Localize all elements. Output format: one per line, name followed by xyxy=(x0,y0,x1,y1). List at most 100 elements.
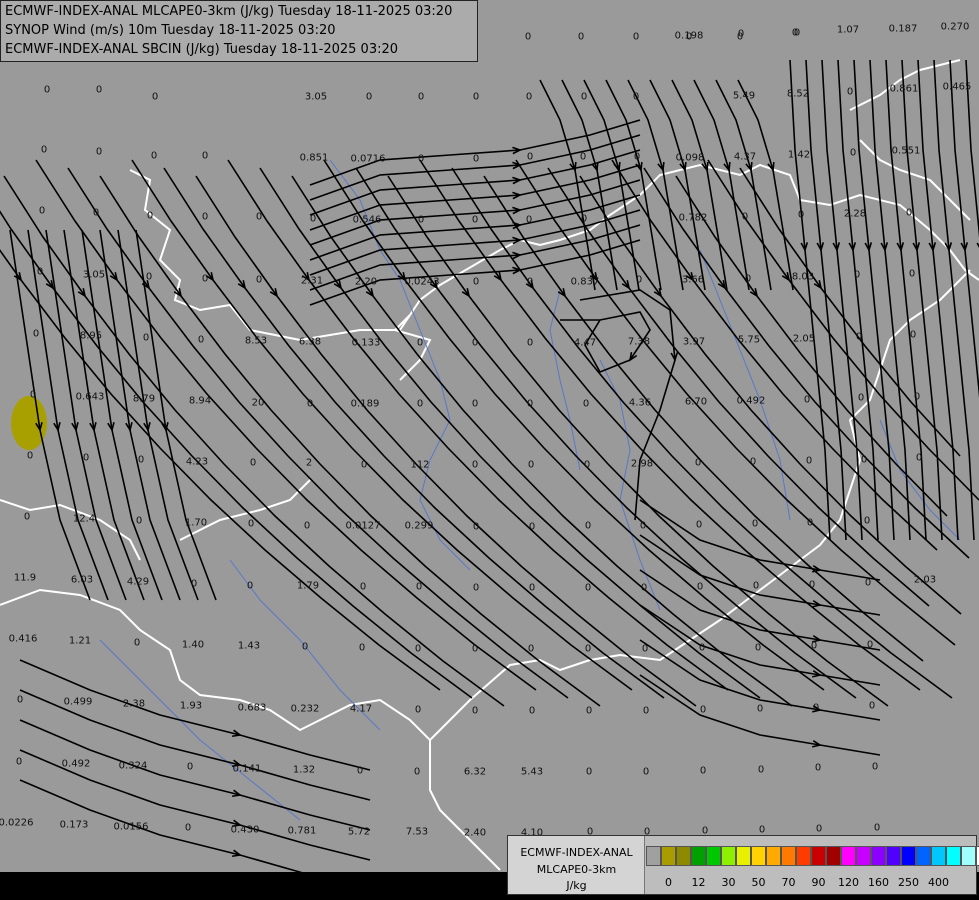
cape-value-label: 6.70 xyxy=(684,396,708,408)
cape-value-label: 0.492 xyxy=(736,395,766,407)
legend-color-swatch xyxy=(811,846,826,866)
cape-value-label: 4.47 xyxy=(573,337,597,349)
legend-tick-label: 50 xyxy=(751,876,766,889)
wind-streamline xyxy=(547,167,930,607)
wind-streamline xyxy=(291,175,793,707)
cape-value-label: 0 xyxy=(40,144,48,156)
cape-value-label: 6.32 xyxy=(463,766,487,778)
cape-value-label: 0.546 xyxy=(352,214,382,226)
cape-value-label: 0 xyxy=(582,398,590,410)
rivers xyxy=(99,159,961,821)
cape-value-label: 0.551 xyxy=(891,145,921,157)
cape-value-label: 0 xyxy=(526,398,534,410)
cape-value-label: 0 xyxy=(913,391,921,403)
cape-value-label: 0 xyxy=(471,705,479,717)
cape-value-label: 0 xyxy=(696,581,704,593)
cape-value-label: 2.98 xyxy=(630,458,654,470)
cape-value-label: 0 xyxy=(632,91,640,103)
cape-value-label: 2.31 xyxy=(300,275,324,287)
legend-color-swatch xyxy=(826,846,841,866)
legend-color-swatch xyxy=(661,846,676,866)
cape-value-label: 4.17 xyxy=(349,703,373,715)
cape-value-label: 0 xyxy=(145,271,153,283)
cape-value-label: 1.21 xyxy=(68,635,92,647)
cape-value-label: 0 xyxy=(699,704,707,716)
cape-value-label: 0.173 xyxy=(59,819,89,831)
legend-tick-label: 160 xyxy=(868,876,889,889)
cape-value-label: 0 xyxy=(908,268,916,280)
cape-value-label: 8.53 xyxy=(244,335,268,347)
cape-value-label: 0.683 xyxy=(237,702,267,714)
cape-value-label: 0 xyxy=(526,276,534,288)
cape-value-label: 0 xyxy=(752,580,760,592)
legend-tick-label: 250 xyxy=(898,876,919,889)
cape-value-label: 0 xyxy=(471,643,479,655)
cape-value-label: 1.40 xyxy=(181,639,205,651)
cape-value-label: 0 xyxy=(846,86,854,98)
cape-value-label: 2.05 xyxy=(792,333,816,345)
legend-tick-label: 90 xyxy=(811,876,826,889)
legend-color-swatch xyxy=(676,846,691,866)
wind-streamline xyxy=(387,175,889,707)
cape-value-label: 0 xyxy=(640,582,648,594)
cape-value-label: 0 xyxy=(585,705,593,717)
cape-value-label: 0.0156 xyxy=(113,821,149,833)
cape-value-label: 0 xyxy=(133,637,141,649)
cape-value-label: 0.851 xyxy=(299,152,329,164)
wind-streamline xyxy=(965,59,979,239)
cape-value-label: 0 xyxy=(359,581,367,593)
cape-value-label: 0 xyxy=(797,209,805,221)
cape-value-label: 0 xyxy=(758,824,766,836)
cape-value-label: 0 xyxy=(201,150,209,162)
cape-value-label: 0 xyxy=(806,517,814,529)
legend-color-swatch xyxy=(886,846,901,866)
cape-value-label: 2.38 xyxy=(122,698,146,710)
legend-title: ECMWF-INDEX-ANAL xyxy=(520,846,633,859)
cape-value-label: 0 xyxy=(524,31,532,43)
cape-value-label: 3.05 xyxy=(304,91,328,103)
cape-value-label: 0 xyxy=(414,643,422,655)
cape-value-label: 0 xyxy=(358,642,366,654)
legend-tick-label: 0 xyxy=(665,876,672,889)
cape-value-label: 0.837 xyxy=(570,276,600,288)
cape-value-label: 7.53 xyxy=(405,826,429,838)
legend-tick-label: 70 xyxy=(781,876,796,889)
cape-value-label: 0 xyxy=(416,337,424,349)
cape-value-label: 0 xyxy=(95,84,103,96)
cape-value-label: 0 xyxy=(472,521,480,533)
cape-value-label: 0 xyxy=(36,266,44,278)
cape-value-label: 0 xyxy=(82,452,90,464)
cape-value-label: 12.4 xyxy=(72,513,96,525)
wind-streamline xyxy=(643,167,970,559)
cape-value-label: 0 xyxy=(866,639,874,651)
cape-value-label: 0.465 xyxy=(942,81,972,93)
cape-value-label: 0 xyxy=(857,392,865,404)
cape-value-label: 0 xyxy=(639,520,647,532)
cape-value-label: 0 xyxy=(849,147,857,159)
cape-value-label: 5.49 xyxy=(732,90,756,102)
cape-value-label: 0.861 xyxy=(889,83,919,95)
cape-value-label: 0 xyxy=(860,454,868,466)
cape-value-label: 8.94 xyxy=(188,395,212,407)
cape-value-label: 0 xyxy=(43,84,51,96)
cape-value-label: 0 xyxy=(471,214,479,226)
cape-value-label: 2.40 xyxy=(463,827,487,839)
cape-value-label: 0 xyxy=(803,394,811,406)
cape-value-label: 8.52 xyxy=(786,88,810,100)
cape-value-label: 0 xyxy=(471,337,479,349)
header-line-cape: ECMWF-INDEX-ANAL MLCAPE0-3km (J/kg) Tues… xyxy=(5,4,453,19)
wind-streamline xyxy=(99,175,601,707)
wind-streamline xyxy=(579,175,962,615)
cape-value-label: 0 xyxy=(528,582,536,594)
legend-color-swatch xyxy=(736,846,751,866)
wind-streamline xyxy=(639,674,881,756)
cape-value-label: 3.97 xyxy=(682,336,706,348)
cape-value-label: 0 xyxy=(641,643,649,655)
cape-value-label: 0.781 xyxy=(287,825,317,837)
cape-value-label: 0 xyxy=(583,459,591,471)
cape-value-label: 4.37 xyxy=(733,151,757,163)
cape-value-label: 0 xyxy=(757,764,765,776)
cape-value-label: 0 xyxy=(812,702,820,714)
cape-value-label: 0 xyxy=(749,456,757,468)
cape-value-label: 1.07 xyxy=(836,24,860,36)
